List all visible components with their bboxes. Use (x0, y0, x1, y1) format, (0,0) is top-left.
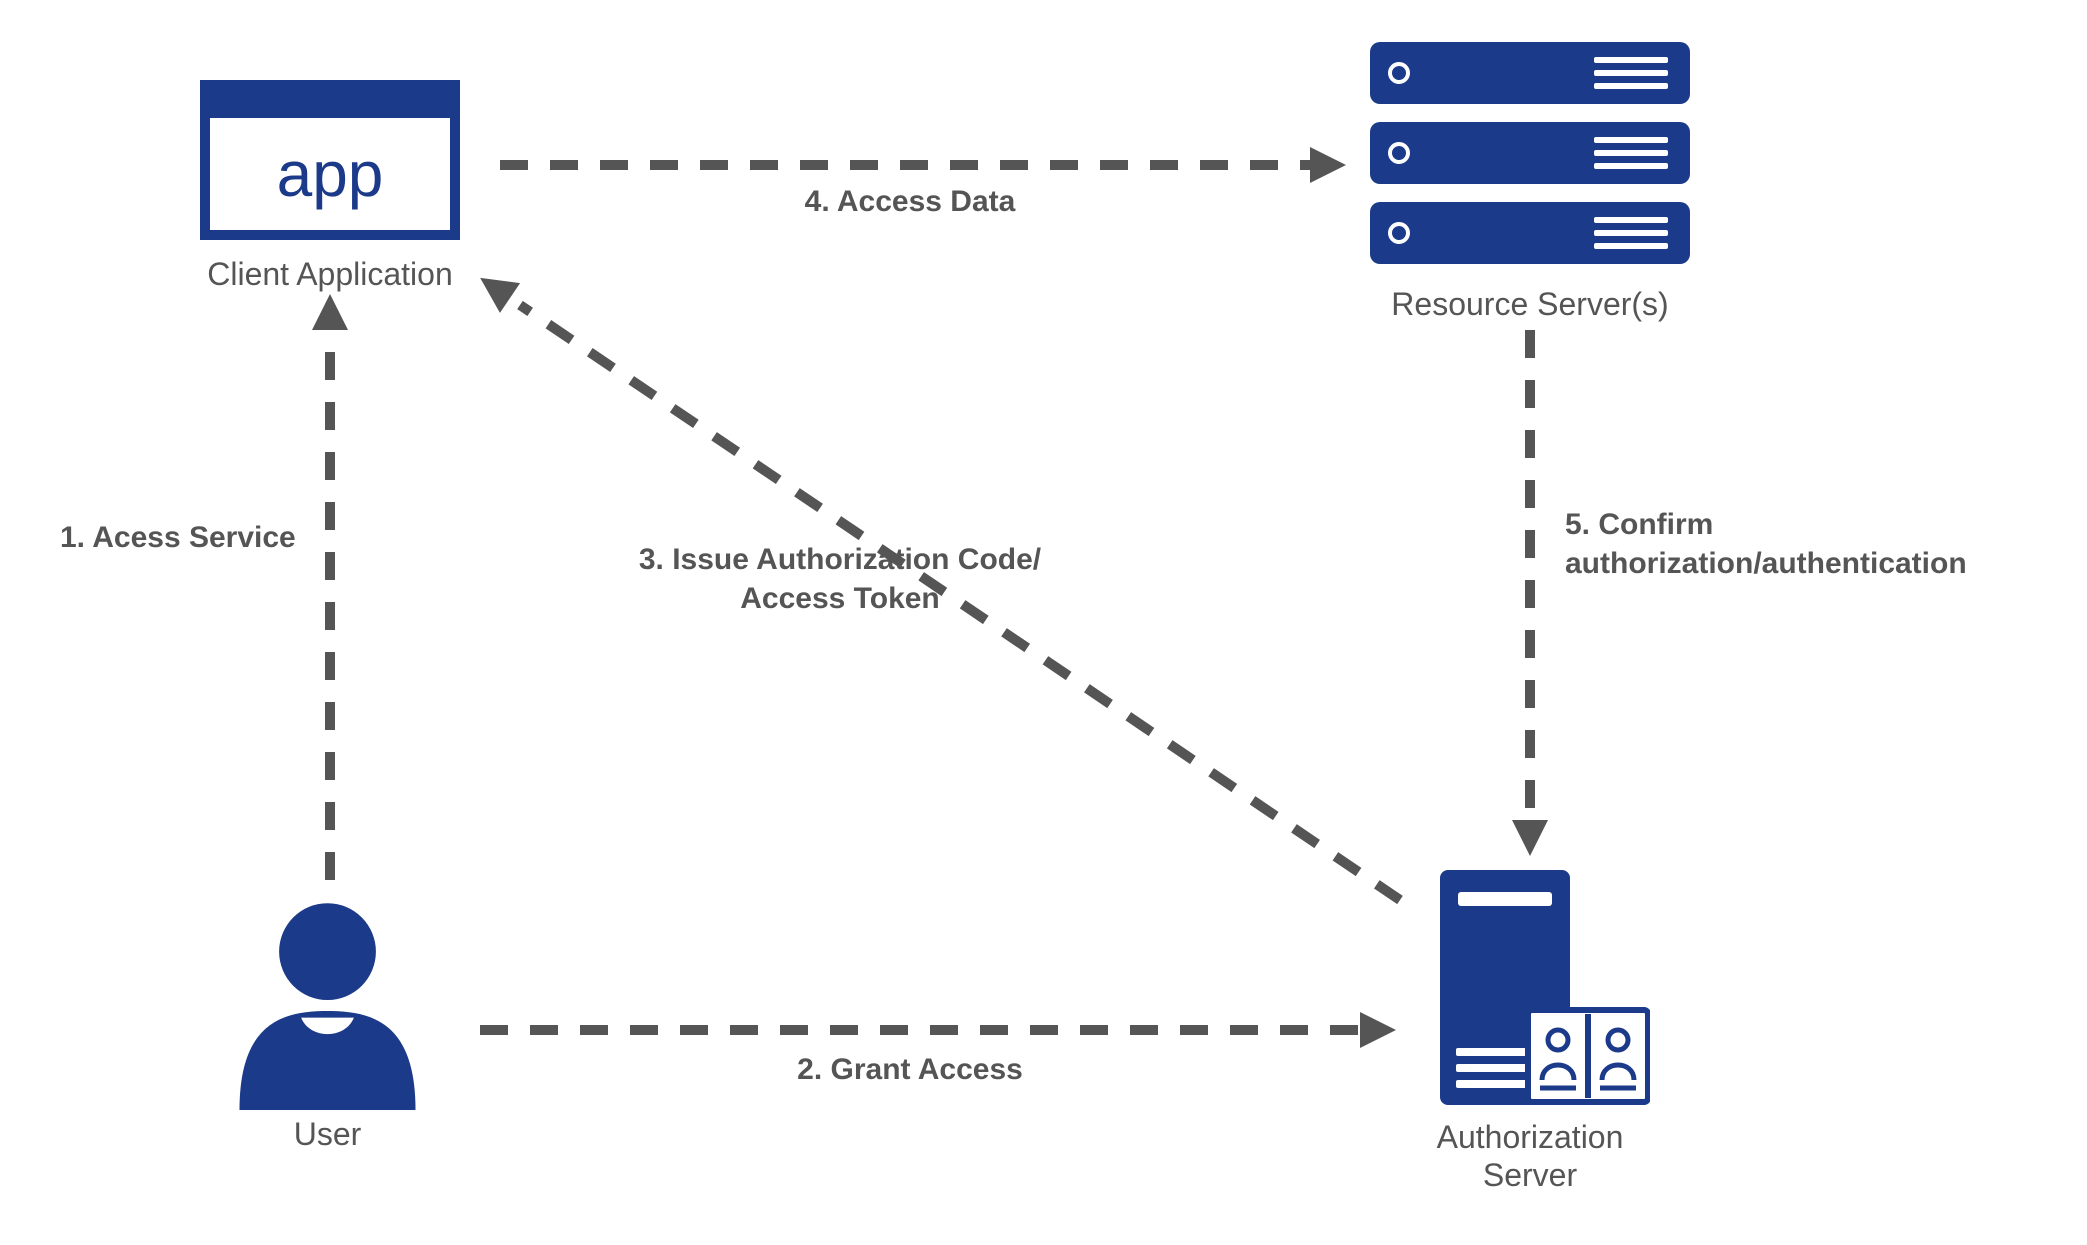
edge-5 (1512, 330, 1548, 856)
edge-5-label: 5. Confirm authorization/authentication (1565, 505, 2075, 583)
node-user-label: User (210, 1115, 445, 1153)
edge-3-label: 3. Issue Authorization Code/ Access Toke… (580, 540, 1100, 618)
node-client-application-label: Client Application (180, 255, 480, 293)
node-client-application-icon: app (200, 80, 460, 240)
edge-4-label: 4. Access Data (760, 182, 1060, 221)
client-app-badge: app (277, 137, 384, 211)
edge-2 (480, 1012, 1396, 1048)
diagram-stage: app Client Application Resource Server(s… (0, 0, 2087, 1245)
node-resource-server-icon (1370, 42, 1690, 282)
edge-2-label: 2. Grant Access (760, 1050, 1060, 1089)
node-resource-server-label: Resource Server(s) (1370, 285, 1690, 323)
node-auth-server-label: Authorization Server (1400, 1118, 1660, 1195)
edge-4 (500, 147, 1346, 183)
node-user-icon (210, 890, 445, 1110)
node-auth-server-icon (1430, 870, 1650, 1120)
edge-1-label: 1. Acess Service (60, 518, 330, 557)
edge-1 (312, 294, 348, 880)
